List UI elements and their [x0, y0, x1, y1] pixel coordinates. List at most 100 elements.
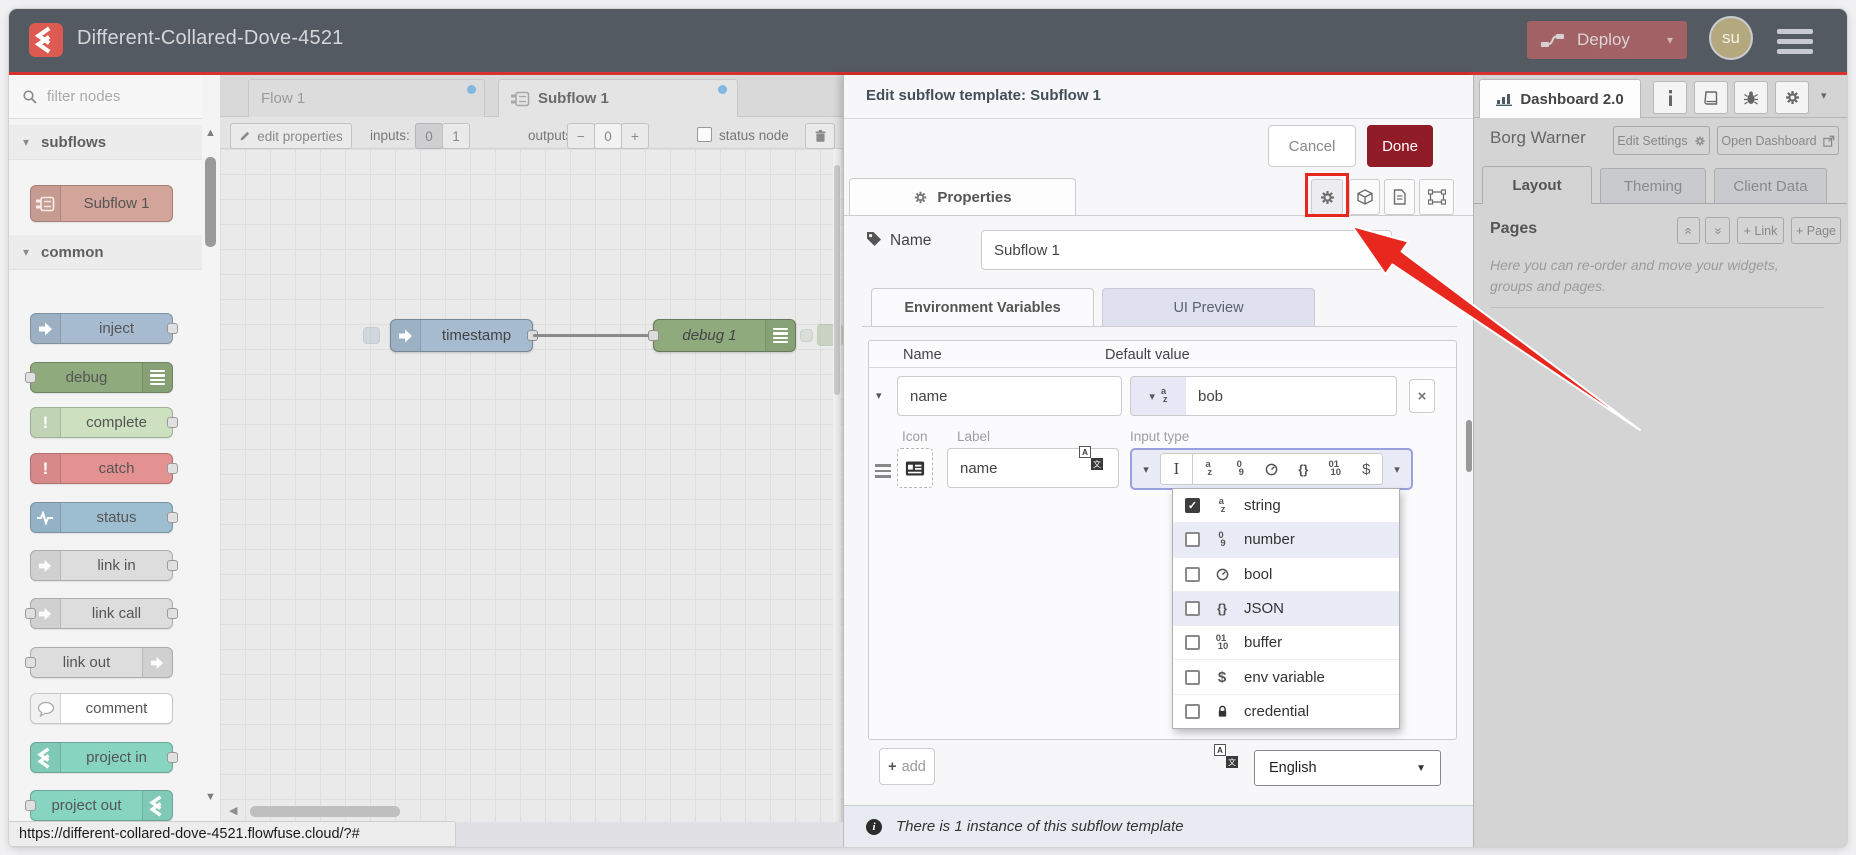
edit-properties-button[interactable]: edit properties	[230, 123, 352, 149]
outputs-minus-button[interactable]: −	[567, 123, 595, 149]
row-expand-icon[interactable]: ▾	[876, 389, 882, 402]
palette-node-project-in[interactable]: project in	[30, 742, 178, 773]
add-link-button[interactable]: + Link	[1737, 217, 1784, 244]
hscroll-left-icon[interactable]: ◀	[229, 804, 237, 817]
palette-section-common[interactable]: ▾ common	[9, 235, 202, 270]
palette-node-link-call[interactable]: link call	[25, 598, 178, 629]
cancel-button[interactable]: Cancel	[1268, 125, 1356, 167]
edit-settings-button[interactable]: Edit Settings	[1613, 126, 1710, 155]
scroll-up-icon[interactable]: ▲	[205, 127, 216, 139]
node-timestamp[interactable]: timestamp	[390, 319, 538, 352]
sidebar-caret-icon[interactable]: ▾	[1821, 89, 1827, 102]
expand-all-button[interactable]: «	[1705, 217, 1730, 244]
type-option-env-variable[interactable]: $ env variable	[1173, 659, 1399, 693]
deploy-button[interactable]: Deploy ▾	[1527, 21, 1687, 59]
module-properties-toggle-button[interactable]	[1419, 179, 1454, 215]
palette-scrollbar[interactable]: ▲ ▼	[202, 75, 220, 822]
bool-type-icon[interactable]	[1256, 463, 1288, 476]
main-menu-icon[interactable]	[1777, 29, 1813, 54]
done-button[interactable]: Done	[1367, 125, 1433, 167]
type-option-bool[interactable]: bool	[1173, 556, 1399, 591]
type-option-buffer[interactable]: 01 10 buffer	[1173, 625, 1399, 659]
tray-scrollbar-thumb[interactable]	[1466, 420, 1472, 472]
help-book-button[interactable]	[1694, 81, 1728, 114]
text-input-type-icon[interactable]: I	[1161, 454, 1193, 484]
type-option-string[interactable]: ✓ az string	[1173, 489, 1399, 522]
outputs-plus-button[interactable]: +	[621, 123, 649, 149]
flow-grid[interactable]: timestamp debug 1	[220, 149, 843, 822]
icon-picker-button[interactable]	[897, 448, 933, 488]
palette-search[interactable]	[9, 75, 220, 119]
vscrollbar-track[interactable]	[833, 149, 841, 822]
settings-gear-button[interactable]	[1775, 81, 1809, 114]
tab-layout[interactable]: Layout	[1482, 166, 1592, 204]
type-option-credential[interactable]: credential	[1173, 693, 1399, 728]
tab-ui-preview[interactable]: UI Preview	[1102, 288, 1315, 327]
json-type-icon[interactable]: {}	[1288, 462, 1320, 477]
scrollbar-thumb[interactable]	[205, 157, 216, 247]
status-node-checkbox[interactable]	[697, 127, 712, 142]
env-type-icon[interactable]: $	[1351, 461, 1383, 478]
palette-node-status[interactable]: status	[30, 502, 178, 533]
type-option-json[interactable]: {} JSON	[1173, 590, 1399, 626]
wire[interactable]	[533, 334, 653, 337]
tab-client-data[interactable]: Client Data	[1714, 168, 1827, 204]
description-toggle-button[interactable]	[1384, 179, 1415, 215]
debug-bug-button[interactable]	[1734, 81, 1768, 114]
filter-nodes-input[interactable]	[45, 87, 195, 106]
hscrollbar-thumb[interactable]	[250, 806, 400, 817]
env-name-input[interactable]	[897, 376, 1122, 416]
palette-node-subflow-1[interactable]: Subflow 1	[30, 185, 173, 222]
info-sidebar-button[interactable]	[1653, 81, 1687, 114]
type-select-button[interactable]: ▾ az	[1130, 376, 1187, 416]
inputs-option-1[interactable]: 1	[442, 123, 470, 149]
drag-handle[interactable]	[875, 461, 891, 481]
checkbox[interactable]	[1185, 635, 1200, 651]
node-debug-1[interactable]: debug 1	[648, 319, 796, 352]
vscrollbar-thumb[interactable]	[834, 165, 840, 395]
language-select[interactable]: English ▼	[1254, 750, 1441, 786]
inputs-option-0[interactable]: 0	[415, 123, 443, 149]
palette-node-debug[interactable]: debug	[25, 362, 173, 393]
caret-down-icon[interactable]: ▾	[1383, 463, 1411, 476]
add-page-button[interactable]: + Page	[1791, 217, 1841, 244]
palette-node-catch[interactable]: ! catch	[30, 453, 178, 484]
checkbox-checked[interactable]: ✓	[1185, 498, 1200, 514]
checkbox[interactable]	[1185, 600, 1200, 616]
outputs-value[interactable]: 0	[594, 123, 622, 149]
buffer-type-icon[interactable]: 01 10	[1319, 460, 1351, 478]
palette-node-link-in[interactable]: link in	[30, 550, 178, 581]
palette-node-comment[interactable]: comment	[30, 693, 173, 724]
checkbox[interactable]	[1185, 669, 1200, 685]
palette-node-project-out[interactable]: project out	[25, 790, 173, 821]
debug-output-icon[interactable]	[765, 320, 795, 351]
input-type-widget[interactable]: ▾ I az 09 {} 01 10 $ ▾	[1130, 448, 1413, 490]
tab-subflow-1[interactable]: Subflow 1	[498, 79, 738, 117]
checkbox[interactable]	[1185, 703, 1200, 719]
tab-environment-variables[interactable]: Environment Variables	[871, 288, 1094, 327]
user-avatar[interactable]: su	[1711, 18, 1751, 58]
tab-theming[interactable]: Theming	[1600, 168, 1706, 204]
add-env-var-button[interactable]: + add	[879, 748, 935, 785]
collapse-all-button[interactable]: «	[1677, 217, 1700, 244]
checkbox[interactable]	[1185, 532, 1200, 548]
number-type-icon[interactable]: 09	[1225, 460, 1257, 478]
tab-flow-1[interactable]: Flow 1	[248, 79, 485, 117]
palette-node-link-out[interactable]: link out	[25, 647, 173, 678]
appearance-toggle-button[interactable]	[1349, 179, 1380, 215]
delete-subflow-button[interactable]	[805, 123, 835, 149]
open-dashboard-button[interactable]: Open Dashboard	[1717, 126, 1839, 155]
scroll-down-icon[interactable]: ▼	[205, 791, 216, 803]
string-type-icon[interactable]: az	[1193, 460, 1225, 478]
tab-properties[interactable]: Properties	[849, 178, 1076, 216]
palette-node-complete[interactable]: ! complete	[30, 407, 178, 438]
deploy-caret-icon[interactable]: ▾	[1667, 33, 1673, 47]
remove-row-button[interactable]: ×	[1409, 379, 1435, 413]
type-option-number[interactable]: 09 number	[1173, 522, 1399, 557]
checkbox[interactable]	[1185, 566, 1200, 582]
tab-dashboard-2[interactable]: Dashboard 2.0	[1479, 79, 1641, 118]
env-value-input[interactable]	[1186, 376, 1397, 416]
palette-section-subflows[interactable]: ▾ subflows	[9, 125, 202, 160]
palette-node-inject[interactable]: inject	[30, 313, 178, 344]
subflow-name-input[interactable]	[981, 230, 1392, 270]
